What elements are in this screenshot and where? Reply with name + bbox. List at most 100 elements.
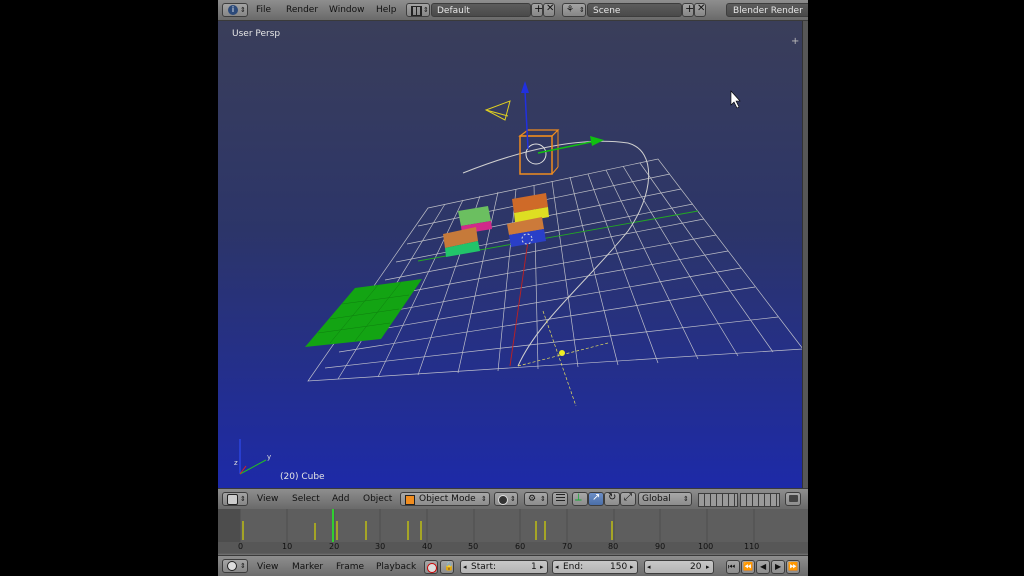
pivot-icon: ⚙ [528,494,537,504]
layout-grid-icon [411,6,422,16]
menu-window[interactable]: Window [329,3,365,17]
scale-icon: ⤢ [624,492,632,503]
screen-layout-selector[interactable]: ⇕ [406,3,430,17]
timeline-grid [218,509,755,542]
menu-add[interactable]: Add [332,492,349,506]
chevron-up-down-icon: ⇕ [540,495,546,503]
scene-selector[interactable]: ⚘ ⇕ [562,3,586,17]
tick-label: 40 [422,542,433,551]
jump-keyframe-forward-button[interactable]: ⏩ [786,560,800,574]
menu-view[interactable]: View [257,492,278,506]
tick-label: 10 [282,542,293,551]
manipulator-toggle[interactable]: ⟂ [572,492,588,506]
timeline-ruler[interactable]: 0 10 20 30 40 50 60 70 80 90 100 110 [218,542,808,553]
menu-frame[interactable]: Frame [336,560,364,574]
start-frame-field[interactable]: ◂ Start: 1 ▸ [460,560,548,574]
add-scene-button[interactable]: + [682,3,694,17]
clock-icon [227,561,237,571]
editor-type-button[interactable]: ⇕ [222,492,248,506]
layer-buttons[interactable] [740,493,780,507]
menu-marker[interactable]: Marker [292,560,323,574]
shading-sphere-icon [498,495,508,505]
chevron-up-down-icon: ⇕ [240,562,246,570]
scene-icon: ⚘ [566,5,575,15]
chevron-right-icon: ▸ [540,563,544,571]
mode-selector[interactable]: Object Mode ⇕ [400,492,490,506]
menu-view[interactable]: View [257,560,278,574]
shading-selector[interactable]: ⇕ [494,492,518,506]
render-engine-selector[interactable]: Blender Render [726,3,808,17]
delete-screen-button[interactable]: ✕ [543,3,555,17]
properties-edge-strip[interactable] [802,21,808,488]
chevron-up-down-icon: ⇕ [423,6,429,14]
keying-lock-button[interactable]: 🔒 [440,560,454,574]
plane-object [305,279,422,347]
layers-toggle-button[interactable] [552,492,568,506]
rotate-toggle[interactable]: ↻ [604,492,620,506]
scale-toggle[interactable]: ⤢ [620,492,636,506]
info-header: i ⇕ File Render Window Help ⇕ Default + … [218,0,808,21]
chevron-right-icon: ▸ [706,563,710,571]
skip-back-icon: ⏮ [728,562,736,571]
object-mode-icon [405,495,415,505]
fast-forward-icon: ⏩ [788,562,798,571]
menu-object[interactable]: Object [363,492,392,506]
jump-keyframe-back-button[interactable]: ⏪ [741,560,755,574]
chevron-left-icon: ◂ [463,563,467,571]
layer-buttons[interactable] [698,493,738,507]
menu-render[interactable]: Render [286,3,318,17]
current-frame-field[interactable]: ◂ 20 ▸ [644,560,714,574]
close-icon: ✕ [546,3,555,14]
axis-gizmo: y z [234,439,271,475]
editor-type-button[interactable]: i ⇕ [222,3,248,17]
tick-label: 70 [562,542,573,551]
end-frame-field[interactable]: ◂ End: 150 ▸ [552,560,638,574]
camera-object [484,100,511,121]
editor-type-button[interactable]: ⇕ [222,559,248,573]
y-axis-line [509,240,529,367]
chevron-left-icon: ◂ [555,563,559,571]
curve-path [462,140,650,367]
screen-layout-field[interactable]: Default [431,3,531,17]
menu-select[interactable]: Select [292,492,320,506]
scene-field[interactable]: Scene [587,3,682,17]
manipulator-icon: ⟂ [575,492,582,503]
tick-label: 100 [698,542,714,551]
delete-scene-button[interactable]: ✕ [694,3,706,17]
pivot-selector[interactable]: ⚙ ⇕ [524,492,548,506]
tick-label: 80 [608,542,619,551]
orientation-selector[interactable]: Global ⇕ [638,492,692,506]
timeline-header: ⇕ View Marker Frame Playback 🔒 ◂ Start: … [218,555,808,576]
tick-label: 0 [238,542,244,551]
menu-playback[interactable]: Playback [376,560,416,574]
close-icon: ✕ [697,3,706,14]
render-preview-button[interactable] [785,492,801,506]
play-button[interactable]: ▶ [771,560,785,574]
record-button[interactable] [424,560,438,574]
lamp-object [517,310,609,407]
play-reverse-button[interactable]: ◀ [756,560,770,574]
grid-floor [307,158,803,382]
timeline-area[interactable]: 0 10 20 30 40 50 60 70 80 90 100 110 [218,509,808,554]
chevron-up-down-icon: ⇕ [481,495,487,503]
3d-viewport[interactable]: User Persp (20) Cube + y z [218,21,803,488]
svg-text:z: z [234,459,238,467]
rotate-icon: ↻ [608,492,617,503]
chevron-left-icon: ◂ [647,563,651,571]
scene-canvas: y z [234,81,803,475]
translate-toggle[interactable]: ↗ [588,492,604,506]
add-screen-button[interactable]: + [531,3,543,17]
chevron-up-down-icon: ⇕ [240,495,246,503]
chevron-right-icon: ▸ [630,563,634,571]
info-icon: i [228,5,238,15]
menu-help[interactable]: Help [376,3,397,17]
menu-file[interactable]: File [256,3,271,17]
view3d-header: ⇕ View Select Add Object Object Mode ⇕ ⇕… [218,488,808,510]
tick-label: 20 [329,542,340,551]
selected-cube [518,81,604,175]
chevron-up-down-icon: ⇕ [683,495,689,503]
record-icon [427,563,437,573]
rewind-icon: ⏪ [743,562,753,571]
list-icon [556,494,565,503]
jump-start-button[interactable]: ⏮ [726,560,740,574]
